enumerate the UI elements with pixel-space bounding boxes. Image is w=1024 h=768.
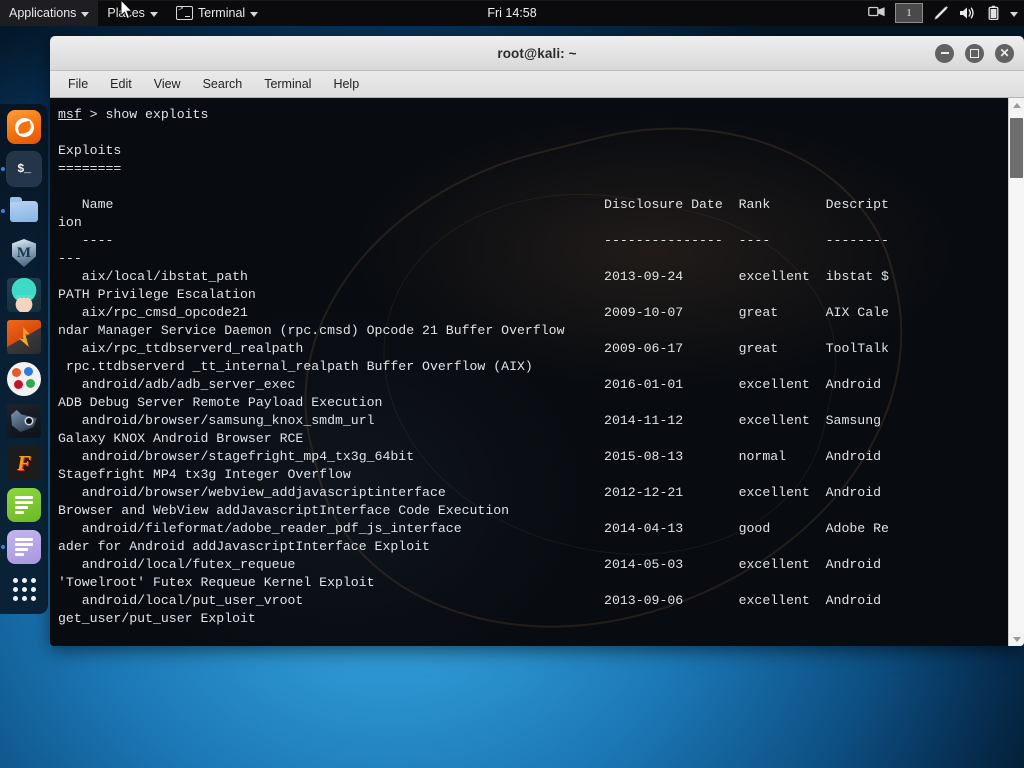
screen-share-icon[interactable] bbox=[868, 6, 886, 20]
battery-icon[interactable] bbox=[987, 5, 1001, 21]
terminal-line: Galaxy KNOX Android Browser RCE bbox=[58, 431, 304, 446]
terminal-line: android/browser/webview_addjavascriptint… bbox=[58, 485, 889, 500]
menu-help[interactable]: Help bbox=[323, 74, 369, 94]
terminal-line: ion bbox=[58, 215, 82, 230]
document-icon bbox=[15, 536, 33, 559]
folder-icon bbox=[10, 196, 38, 222]
dock-item-notes-green[interactable] bbox=[7, 488, 41, 522]
dock-item-armitage[interactable] bbox=[7, 278, 41, 312]
dock-item-show-applications[interactable] bbox=[7, 572, 41, 606]
menu-terminal-label: Terminal bbox=[197, 6, 246, 20]
dock-item-files[interactable] bbox=[7, 194, 41, 228]
terminal-line: android/fileformat/adobe_reader_pdf_js_i… bbox=[58, 521, 889, 536]
terminal-line: Exploits bbox=[58, 143, 122, 158]
close-icon: ✕ bbox=[999, 46, 1010, 60]
minimize-button[interactable] bbox=[935, 43, 954, 63]
menu-bar: File Edit View Search Terminal Help bbox=[50, 71, 1024, 98]
chevron-down-icon bbox=[250, 11, 259, 17]
terminal-line: rpc.ttdbserverd _tt_internal_realpath Bu… bbox=[58, 359, 533, 374]
scrollbar-thumb[interactable] bbox=[1010, 118, 1023, 178]
menu-edit[interactable]: Edit bbox=[100, 74, 142, 94]
faraday-f-icon: F bbox=[16, 450, 31, 475]
chevron-down-icon bbox=[149, 11, 158, 17]
window-titlebar[interactable]: root@kali: ~ ✕ bbox=[50, 36, 1024, 71]
terminal-icon bbox=[175, 4, 193, 20]
menu-file[interactable]: File bbox=[58, 74, 98, 94]
scroll-down-arrow-icon[interactable] bbox=[1009, 632, 1024, 646]
dock-item-burp-launcher[interactable] bbox=[7, 320, 41, 354]
close-button[interactable]: ✕ bbox=[995, 43, 1014, 63]
grid-apps-icon bbox=[12, 577, 36, 601]
dock-item-terminal[interactable]: $_ bbox=[7, 152, 41, 186]
panel-tray: 1 bbox=[868, 0, 1018, 26]
dock-item-notes-purple[interactable] bbox=[7, 530, 41, 564]
menu-terminal[interactable]: Terminal bbox=[254, 74, 321, 94]
dock-item-beef[interactable] bbox=[7, 404, 41, 438]
window-controls: ✕ bbox=[935, 43, 1014, 63]
maximize-button[interactable] bbox=[965, 43, 984, 63]
armitage-avatar-icon bbox=[7, 278, 41, 312]
chevron-down-icon bbox=[81, 11, 90, 17]
workspace-switcher[interactable]: 1 bbox=[895, 3, 923, 23]
menu-view[interactable]: View bbox=[144, 74, 191, 94]
terminal-line: android/adb/adb_server_exec 2016-01-01 e… bbox=[58, 377, 889, 392]
terminal-line: Name Disclosure Date Rank Descript bbox=[58, 197, 889, 212]
scroll-up-arrow-icon[interactable] bbox=[1009, 98, 1024, 112]
menu-terminal-window[interactable]: Terminal bbox=[167, 0, 267, 26]
top-panel: Applications Places Terminal Fri 14:58 1 bbox=[0, 0, 1024, 26]
burpsuite-dots-icon bbox=[10, 365, 38, 393]
terminal-window: root@kali: ~ ✕ File Edit View Search Ter… bbox=[50, 36, 1024, 646]
dock-item-firefox[interactable] bbox=[7, 110, 41, 144]
menu-applications[interactable]: Applications bbox=[0, 0, 99, 26]
notes-icon bbox=[15, 494, 33, 517]
window-title: root@kali: ~ bbox=[497, 45, 577, 61]
terminal-prompt-line: msf > show exploits bbox=[58, 107, 209, 122]
terminal-line: ndar Manager Service Daemon (rpc.cmsd) O… bbox=[58, 323, 565, 338]
terminal-line: --- bbox=[58, 251, 82, 266]
terminal-line: 'Towelroot' Futex Requeue Kernel Exploit bbox=[58, 575, 375, 590]
flame-icon bbox=[18, 327, 30, 347]
terminal-line: ADB Debug Server Remote Payload Executio… bbox=[58, 395, 383, 410]
terminal-line: ---- --------------- ---- -------- bbox=[58, 233, 889, 248]
terminal-line: Browser and WebView addJavascriptInterfa… bbox=[58, 503, 510, 518]
menu-places[interactable]: Places bbox=[98, 0, 167, 26]
dock-item-metasploit[interactable]: M bbox=[7, 236, 41, 270]
workspace-number: 1 bbox=[906, 7, 912, 19]
menu-places-label: Places bbox=[107, 6, 145, 20]
terminal-line: ader for Android addJavascriptInterface … bbox=[58, 539, 430, 554]
firefox-icon bbox=[14, 117, 34, 137]
terminal-line: get_user/put_user Exploit bbox=[58, 611, 256, 626]
terminal-scrollbar[interactable] bbox=[1008, 98, 1024, 646]
terminal-output[interactable]: msf > show exploits Exploits ======== Name… bbox=[50, 98, 1008, 646]
desktop: Applications Places Terminal Fri 14:58 1 bbox=[0, 0, 1024, 768]
pen-icon[interactable] bbox=[932, 4, 950, 22]
terminal-line: aix/rpc_ttdbserverd_realpath 2009-06-17 … bbox=[58, 341, 889, 356]
terminal-icon: $_ bbox=[17, 162, 31, 176]
terminal-line: aix/local/ibstat_path 2013-09-24 excelle… bbox=[58, 269, 889, 284]
terminal-line: android/local/put_user_vroot 2013-09-06 … bbox=[58, 593, 889, 608]
dock: $_ M F bbox=[0, 104, 48, 614]
scrollbar-track[interactable] bbox=[1009, 112, 1024, 632]
dock-item-burpsuite[interactable] bbox=[7, 362, 41, 396]
terminal-line: android/browser/stagefright_mp4_tx3g_64b… bbox=[58, 449, 889, 464]
terminal-body[interactable]: msf > show exploits Exploits ======== Name… bbox=[50, 98, 1024, 646]
volume-icon[interactable] bbox=[959, 5, 978, 21]
system-menu-chevron-icon[interactable] bbox=[1010, 10, 1018, 17]
menu-applications-label: Applications bbox=[9, 6, 77, 20]
dock-item-faraday[interactable]: F bbox=[7, 446, 41, 480]
terminal-line: ======== bbox=[58, 161, 122, 176]
terminal-line: android/local/futex_requeue 2014-05-03 e… bbox=[58, 557, 889, 572]
maximize-icon bbox=[970, 48, 979, 58]
terminal-line: aix/rpc_cmsd_opcode21 2009-10-07 great A… bbox=[58, 305, 889, 320]
msf-prompt-user: msf bbox=[58, 107, 82, 122]
minimize-icon bbox=[940, 52, 949, 54]
terminal-line: Stagefright MP4 tx3g Integer Overflow bbox=[58, 467, 351, 482]
metasploit-shield-icon: M bbox=[12, 239, 36, 267]
terminal-line: android/browser/samsung_knox_smdm_url 20… bbox=[58, 413, 889, 428]
terminal-line: PATH Privilege Escalation bbox=[58, 287, 256, 302]
menu-search[interactable]: Search bbox=[193, 74, 253, 94]
beef-wolf-icon bbox=[11, 410, 37, 432]
